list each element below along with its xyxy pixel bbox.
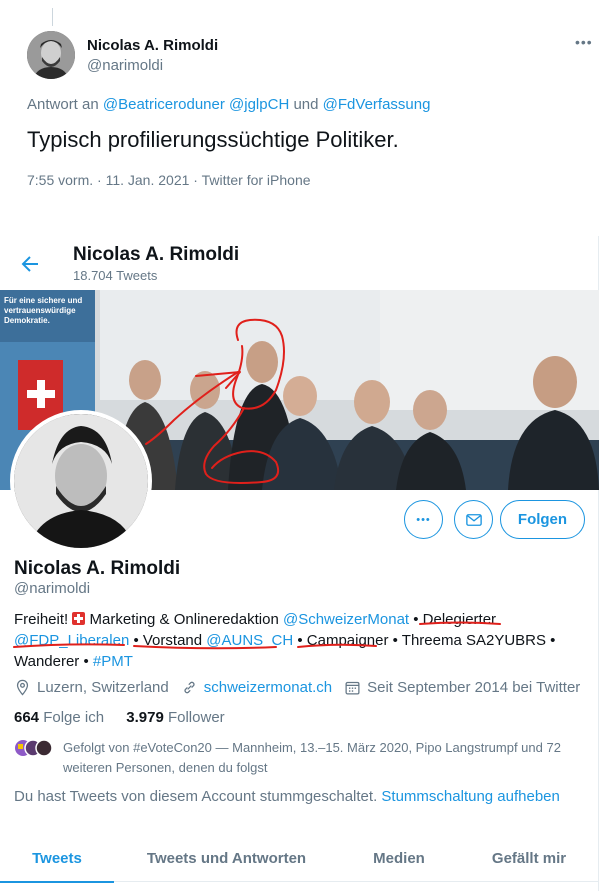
reply-and: und: [293, 96, 319, 113]
muted-text: Du hast Tweets von diesem Account stummg…: [14, 788, 378, 805]
location-pin-icon: [16, 679, 29, 696]
tab-likes[interactable]: Gefällt mir: [459, 834, 599, 882]
following-label: Folge ich: [43, 709, 105, 726]
back-arrow-icon[interactable]: [18, 252, 42, 276]
followers-label: Follower: [167, 709, 225, 726]
followers-count: 3.979: [126, 709, 164, 726]
tweet-author-handle[interactable]: @narimoldi: [87, 57, 163, 74]
bio-link-auns[interactable]: @AUNS_CH: [206, 632, 293, 649]
thread-line: [52, 8, 53, 26]
bio-link-schweizermonat[interactable]: @SchweizerMonat: [283, 611, 409, 628]
mention-link[interactable]: @FdVerfassung: [323, 96, 431, 113]
avatar-photo-icon: [14, 414, 148, 548]
profile-meta: Luzern, Switzerland schweizermonat.ch Se…: [14, 679, 592, 696]
calendar-icon: [345, 681, 360, 695]
location-text: Luzern, Switzerland: [37, 679, 169, 696]
banner-sign-text: Für eine sichere und vertrauenswürdige D…: [4, 296, 83, 325]
envelope-icon: [465, 513, 482, 526]
reply-prefix: Antwort an: [27, 96, 99, 113]
profile-avatar[interactable]: [10, 410, 152, 552]
message-button[interactable]: [454, 500, 493, 539]
bio-link-fdp[interactable]: @FDP_Liberalen: [14, 632, 129, 649]
bio-text: • Delegierter: [409, 611, 497, 628]
tab-tweets[interactable]: Tweets: [0, 834, 114, 883]
tweet-timestamp[interactable]: 7:55 vorm. · 11. Jan. 2021 · Twitter for…: [27, 172, 311, 188]
following-link[interactable]: 664 Folge ich: [14, 709, 104, 726]
more-options-icon[interactable]: •••: [575, 34, 593, 50]
website[interactable]: schweizermonat.ch: [181, 679, 332, 696]
tweet-avatar[interactable]: [27, 31, 75, 79]
follow-button[interactable]: Folgen: [500, 500, 585, 539]
join-date: Seit September 2014 bei Twitter: [344, 679, 580, 696]
bio-hashtag-pmt[interactable]: #PMT: [93, 653, 133, 670]
tweet-card: Nicolas A. Rimoldi @narimoldi ••• Antwor…: [0, 0, 611, 210]
website-link[interactable]: schweizermonat.ch: [204, 679, 332, 696]
tab-media[interactable]: Medien: [339, 834, 459, 882]
tweet-author-name[interactable]: Nicolas A. Rimoldi: [87, 37, 218, 54]
profile-bio: Freiheit! Marketing & Onlineredaktion @S…: [14, 609, 584, 672]
muted-notice: Du hast Tweets von diesem Account stummg…: [14, 788, 560, 805]
profile-header-title: Nicolas A. Rimoldi: [73, 244, 240, 265]
tweet-text: Typisch profilierungssüchtige Politiker.: [27, 127, 399, 152]
following-count: 664: [14, 709, 40, 726]
bio-text: Freiheit!: [14, 611, 73, 628]
profile-tweet-count: 18.704 Tweets: [73, 268, 158, 283]
profile-name: Nicolas A. Rimoldi: [14, 558, 181, 579]
bio-text: Marketing & Onlineredaktion: [85, 611, 283, 628]
location: Luzern, Switzerland: [14, 679, 169, 696]
followed-by-text: Gefolgt von #eVoteCon20 — Mannheim, 13.–…: [63, 740, 561, 775]
profile-panel: Nicolas A. Rimoldi 18.704 Tweets Für ein…: [0, 236, 599, 891]
profile-handle: @narimoldi: [14, 580, 91, 597]
reply-context: Antwort an @Beatriceroduner @jglpCH und …: [27, 96, 430, 113]
more-icon: •••: [416, 513, 431, 526]
bio-text: • Vorstand: [129, 632, 207, 649]
swiss-flag-icon: [72, 612, 86, 625]
unmute-link[interactable]: Stummschaltung aufheben: [381, 788, 559, 805]
avatar-photo-icon: [27, 31, 75, 79]
follower-avatars-icon: [15, 739, 53, 757]
followed-by[interactable]: Gefolgt von #eVoteCon20 — Mannheim, 13.–…: [14, 738, 584, 778]
mention-link[interactable]: @jglpCH: [229, 96, 289, 113]
mention-link[interactable]: @Beatriceroduner: [103, 96, 225, 113]
follow-counts: 664 Folge ich 3.979 Follower: [14, 709, 225, 726]
more-options-button[interactable]: •••: [404, 500, 443, 539]
profile-tabs: Tweets Tweets und Antworten Medien Gefäl…: [0, 834, 599, 883]
tab-tweets-and-replies[interactable]: Tweets und Antworten: [114, 834, 339, 882]
followers-link[interactable]: 3.979 Follower: [126, 709, 224, 726]
link-icon: [184, 681, 195, 694]
join-date-text: Seit September 2014 bei Twitter: [367, 679, 581, 696]
